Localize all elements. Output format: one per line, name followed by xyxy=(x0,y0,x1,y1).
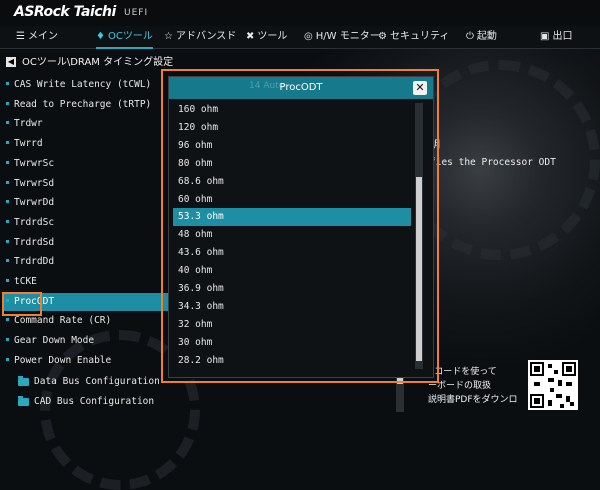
setting-item[interactable]: TwrwrSc xyxy=(4,155,164,173)
setting-label: TrdrdSd xyxy=(14,236,55,248)
list-icon: ☰ xyxy=(16,31,25,42)
tab-exit[interactable]: ▣ 出口 xyxy=(540,26,572,48)
folder-icon xyxy=(18,375,29,386)
setting-item[interactable]: TrdrdSc xyxy=(4,214,164,232)
description-text: fies the Processor ODT xyxy=(430,157,556,168)
bullet-icon xyxy=(6,279,9,282)
bullet-icon xyxy=(6,338,9,342)
breadcrumb-path: OCツール\DRAM タイミング設定 xyxy=(22,57,174,68)
bullet-icon xyxy=(6,160,9,164)
setting-item[interactable]: TrdrdSd xyxy=(4,234,164,252)
setting-label: Trdwr xyxy=(14,118,43,130)
tab-hw-monitor[interactable]: ◎ H/W モニター xyxy=(304,26,380,48)
tab-boot[interactable]: ⏻ 起動 xyxy=(466,26,497,48)
folder-item[interactable]: Data Bus Configuration xyxy=(4,373,164,391)
setting-label: TrdrdSc xyxy=(14,216,55,228)
procodt-highlight xyxy=(2,292,42,316)
folder-item[interactable]: CAD Bus Configuration xyxy=(4,393,164,411)
setting-label: Gear Down Mode xyxy=(14,335,95,347)
setting-label: CAS Write Latency (tCWL) xyxy=(14,79,152,90)
tab-security[interactable]: ⚙ セキュリティ xyxy=(378,26,449,48)
brand-sub: UEFI xyxy=(124,8,149,18)
bullet-icon xyxy=(6,101,9,105)
setting-item[interactable]: TwrwrDd xyxy=(4,194,164,212)
brand-logo: ASRock Taichi xyxy=(14,4,116,20)
bullet-icon xyxy=(6,239,9,243)
setting-item[interactable]: tCKE xyxy=(4,273,164,291)
bullet-icon xyxy=(6,357,9,361)
qr-code-icon xyxy=(528,360,578,410)
tab-advanced[interactable]: ☆ アドバンスド xyxy=(164,26,236,48)
setting-label: Read to Precharge (tRTP) xyxy=(14,98,152,110)
setting-label: Power Down Enable xyxy=(14,354,112,366)
bullet-icon xyxy=(6,121,9,125)
bullet-icon xyxy=(6,219,9,223)
folder-icon xyxy=(18,395,29,406)
tab-oc-tweaker[interactable]: ♦ OCツール xyxy=(96,26,153,49)
setting-label: Command Rate (CR) xyxy=(14,315,112,327)
setting-item[interactable]: Trdwr xyxy=(4,115,164,133)
setting-label: tCKE xyxy=(14,276,37,287)
tab-tools[interactable]: ✖ ツール xyxy=(246,26,287,48)
bullet-icon xyxy=(6,82,9,85)
bullet-icon xyxy=(6,180,9,184)
star-icon: ☆ xyxy=(164,31,173,42)
setting-item[interactable]: CAS Write Latency (tCWL) xyxy=(4,76,164,94)
setting-item[interactable]: TrdrdDd xyxy=(4,253,164,271)
setting-label: TwrwrSd xyxy=(14,177,55,189)
bullet-icon xyxy=(6,259,9,263)
bullet-icon xyxy=(6,141,9,145)
popup-highlight xyxy=(161,69,439,383)
shield-icon: ⚙ xyxy=(378,31,387,42)
exit-icon: ▣ xyxy=(540,31,550,42)
back-arrow-icon[interactable]: ◀ xyxy=(6,57,16,67)
setting-label: Twrrd xyxy=(14,138,43,150)
power-icon: ⏻ xyxy=(466,31,474,42)
bullet-icon xyxy=(6,200,9,204)
flame-icon: ♦ xyxy=(96,31,105,42)
top-bar: ASRock Taichi UEFI xyxy=(0,0,600,26)
setting-item[interactable]: Gear Down Mode xyxy=(4,332,164,350)
setting-item[interactable]: Read to Precharge (tRTP) xyxy=(4,96,164,114)
tab-main[interactable]: ☰ メイン xyxy=(16,26,58,48)
tools-icon: ✖ xyxy=(246,31,255,42)
setting-item[interactable]: Power Down Enable xyxy=(4,352,164,370)
setting-label: TwrwrDd xyxy=(14,197,55,209)
monitor-icon: ◎ xyxy=(304,31,313,42)
setting-item[interactable]: Twrrd xyxy=(4,135,164,153)
main-nav: ☰ メイン ♦ OCツール ☆ アドバンスド ✖ ツール ◎ H/W モニター ⚙ セキュリ… xyxy=(0,26,600,49)
setting-item[interactable]: TwrwrSd xyxy=(4,175,164,193)
setting-label: TwrwrSc xyxy=(14,157,55,169)
qr-caption-line: 説明書PDFをダウンロ xyxy=(428,395,518,405)
breadcrumb: ◀ OCツール\DRAM タイミング設定 xyxy=(6,53,174,68)
bullet-icon xyxy=(6,318,9,322)
setting-label: TrdrdDd xyxy=(14,256,55,268)
